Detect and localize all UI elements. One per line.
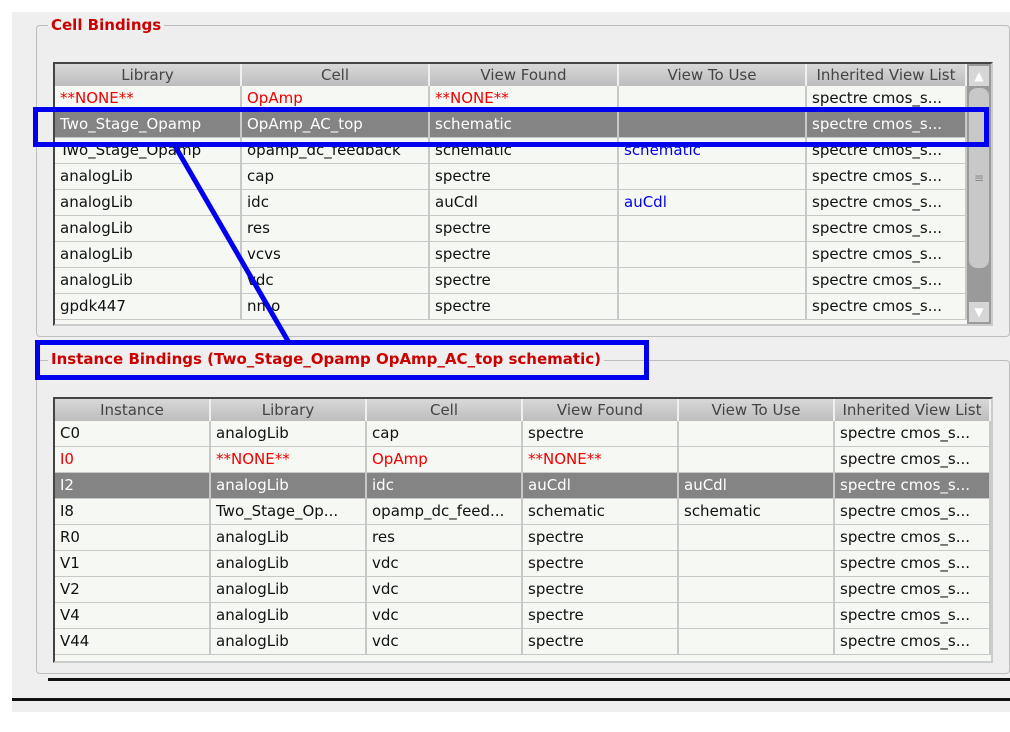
annotation-connector-line bbox=[172, 144, 291, 343]
